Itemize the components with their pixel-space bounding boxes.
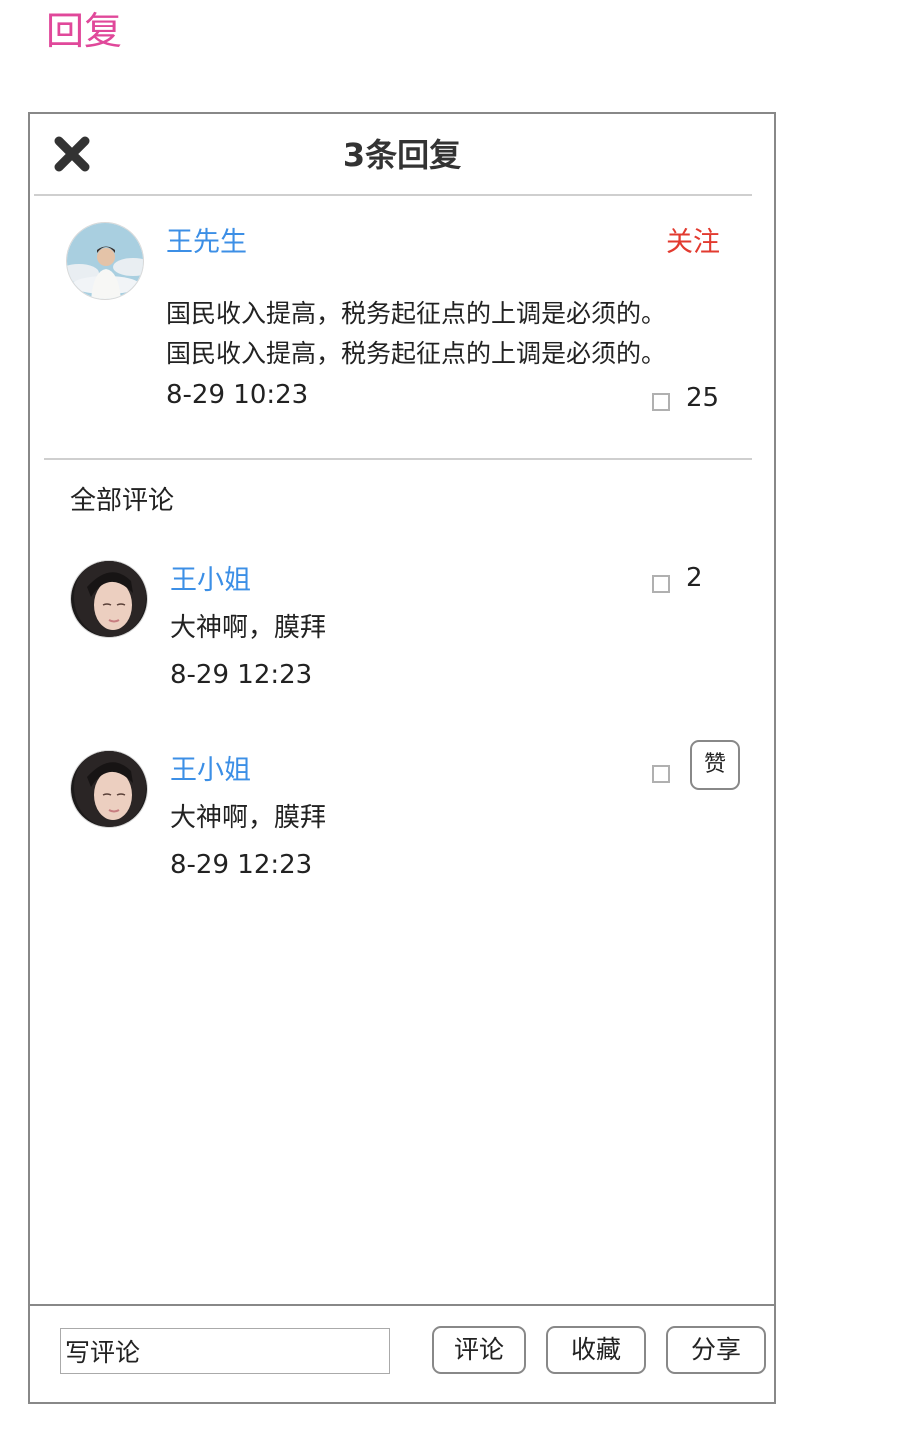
page-heading: 回复	[46, 9, 123, 53]
comment-text: 大神啊，膜拜	[170, 613, 327, 643]
comment-time: 8-29 12:23	[170, 850, 313, 880]
comment-time: 8-29 12:23	[170, 660, 313, 690]
praise-button[interactable]: 赞	[690, 740, 740, 790]
bottom-bar: 评论 收藏 分享	[30, 1304, 774, 1402]
comment-author[interactable]: 王小姐	[170, 564, 251, 598]
comment-author[interactable]: 王小姐	[170, 754, 251, 788]
post-text-line: 国民收入提高，税务起征点的上调是必须的。	[166, 299, 667, 328]
reply-panel: 3条回复 王先生 关注 国民收入提高，税务起征点的上调是必须的。 国民收入提高，…	[28, 112, 776, 1404]
comment-input[interactable]	[60, 1328, 390, 1374]
comment-button[interactable]: 评论	[432, 1326, 526, 1374]
avatar[interactable]	[70, 750, 148, 828]
comment-text: 大神啊，膜拜	[170, 803, 327, 833]
author-name[interactable]: 王先生	[166, 226, 247, 260]
panel-title: 3条回复	[342, 136, 462, 174]
share-button[interactable]: 分享	[666, 1326, 766, 1374]
follow-link[interactable]: 关注	[666, 226, 720, 260]
post-text-line: 国民收入提高，税务起征点的上调是必须的。	[166, 339, 667, 368]
like-checkbox[interactable]	[652, 393, 670, 411]
post-time: 8-29 10:23	[166, 380, 309, 410]
like-count: 25	[686, 383, 720, 413]
like-checkbox[interactable]	[652, 765, 670, 783]
section-label: 全部评论	[70, 486, 175, 516]
section-divider	[44, 458, 752, 460]
like-count: 2	[686, 563, 703, 593]
collect-button[interactable]: 收藏	[546, 1326, 646, 1374]
header-divider	[34, 194, 752, 196]
like-checkbox[interactable]	[652, 575, 670, 593]
avatar[interactable]	[66, 222, 144, 300]
avatar[interactable]	[70, 560, 148, 638]
